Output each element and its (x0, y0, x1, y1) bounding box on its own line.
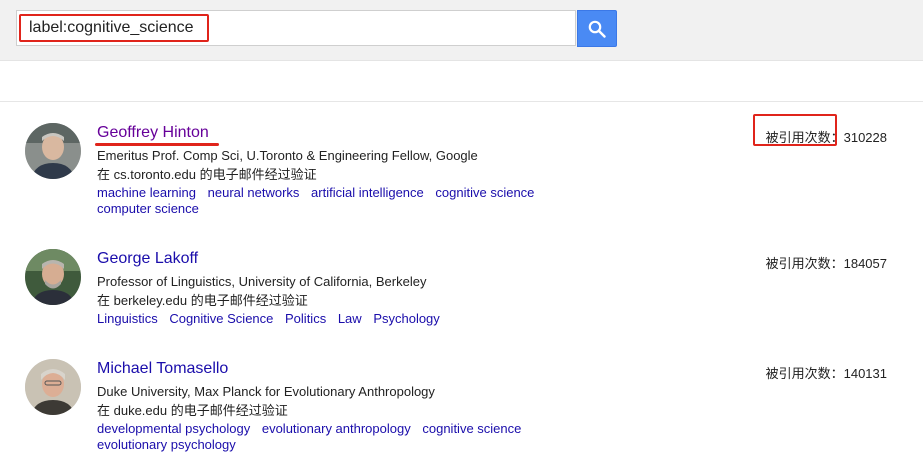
citation-label: 被引用次数： (765, 366, 844, 381)
profile-email-verified: 在 cs.toronto.edu 的电子邮件经过验证 (97, 167, 317, 182)
avatar[interactable] (25, 249, 81, 305)
tag-link[interactable]: neural networks (208, 185, 300, 201)
tag-link[interactable]: Cognitive Science (169, 311, 273, 327)
name-highlight-underline (95, 143, 219, 146)
profile-affiliation: Emeritus Prof. Comp Sci, U.Toronto & Eng… (97, 148, 478, 163)
divider (0, 101, 923, 102)
profile-email-verified: 在 berkeley.edu 的电子邮件经过验证 (97, 293, 308, 308)
tag-link[interactable]: cognitive science (422, 421, 521, 437)
tag-link[interactable]: Linguistics (97, 311, 158, 327)
citation-value: 140131 (843, 366, 887, 381)
citation-value: 310228 (843, 130, 887, 145)
profile-name-link[interactable]: Geoffrey Hinton (97, 124, 209, 142)
profile-email-verified: 在 duke.edu 的电子邮件经过验证 (97, 403, 288, 418)
profile-tags: developmental psychology evolutionary an… (97, 421, 547, 453)
citation-highlight-box (753, 114, 837, 146)
tag-link[interactable]: Law (338, 311, 362, 327)
search-icon (588, 20, 606, 38)
tag-link[interactable]: Politics (285, 311, 326, 327)
top-bar (0, 0, 923, 61)
profile-tags: machine learning neural networks artific… (97, 185, 547, 217)
search-box[interactable] (16, 10, 576, 46)
profile-affiliation: Duke University, Max Planck for Evolutio… (97, 384, 435, 399)
tag-link[interactable]: computer science (97, 201, 199, 217)
citation-count: 被引用次数：184057 (766, 253, 887, 272)
tag-link[interactable]: Psychology (373, 311, 439, 327)
citation-value: 184057 (843, 256, 887, 271)
profile-tags: Linguistics Cognitive Science Politics L… (97, 311, 547, 327)
avatar[interactable] (25, 359, 81, 415)
search-input[interactable] (19, 14, 209, 42)
tag-link[interactable]: machine learning (97, 185, 196, 201)
tag-link[interactable]: artificial intelligence (311, 185, 424, 201)
profile-name-link[interactable]: Michael Tomasello (97, 360, 228, 378)
citation-count: 被引用次数：140131 (766, 363, 887, 382)
profile-name-link[interactable]: George Lakoff (97, 250, 198, 268)
avatar[interactable] (25, 123, 81, 179)
tag-link[interactable]: evolutionary psychology (97, 437, 236, 453)
tag-link[interactable]: developmental psychology (97, 421, 250, 437)
profile-affiliation: Professor of Linguistics, University of … (97, 274, 427, 289)
tag-link[interactable]: cognitive science (435, 185, 534, 201)
search-button[interactable] (577, 10, 617, 47)
citation-label: 被引用次数： (765, 256, 844, 271)
tag-link[interactable]: evolutionary anthropology (262, 421, 411, 437)
